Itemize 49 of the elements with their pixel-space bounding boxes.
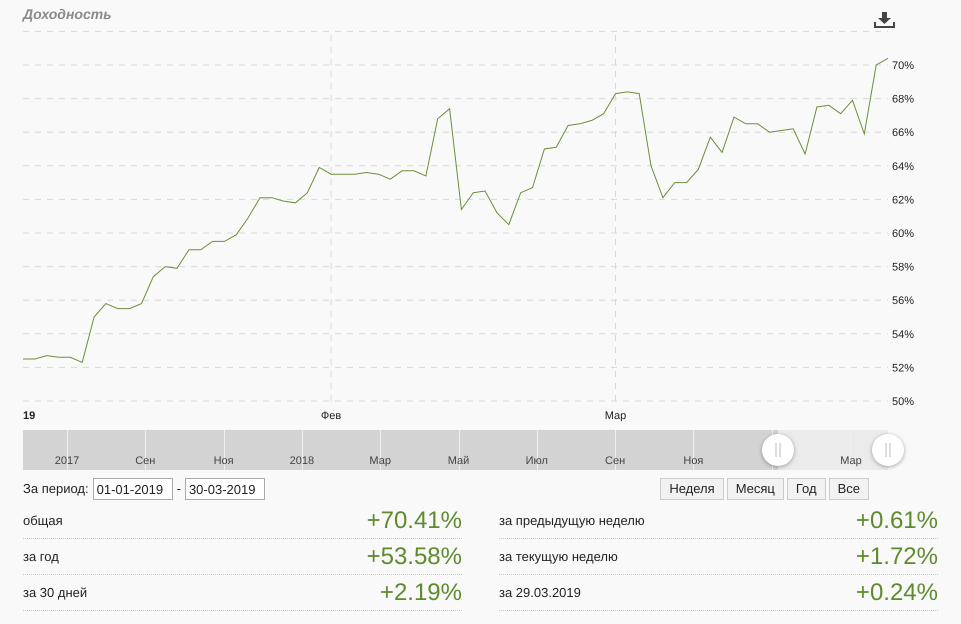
- x-axis-label: Мар: [604, 410, 626, 422]
- y-axis-label: 56%: [892, 295, 914, 308]
- date-separator: -: [176, 480, 181, 498]
- navigator-label: 2018: [290, 454, 314, 469]
- chart-title: Доходность: [23, 5, 112, 24]
- stat-label: за текущую неделю: [499, 548, 618, 566]
- stat-label: за год: [23, 548, 59, 566]
- range-handle[interactable]: [872, 434, 904, 466]
- range-button[interactable]: Неделя: [660, 478, 724, 500]
- y-axis-label: 62%: [892, 194, 914, 206]
- y-axis-label: 60%: [892, 228, 914, 240]
- y-axis-label: 50%: [892, 396, 914, 408]
- stat-label: общая: [23, 512, 63, 530]
- y-axis-label: 64%: [892, 160, 914, 173]
- stat-value: +2.19%: [380, 578, 462, 608]
- navigator-label: Мар: [840, 454, 862, 469]
- grip-icon: [775, 443, 782, 457]
- stat-value: +1.72%: [856, 542, 938, 572]
- range-button[interactable]: Месяц: [726, 478, 784, 500]
- y-axis-label: 68%: [892, 94, 914, 106]
- y-axis-label: 54%: [892, 328, 914, 341]
- date-to-field[interactable]: 30-03-2019: [184, 478, 265, 500]
- y-axis-label: 66%: [892, 127, 914, 140]
- navigator-label: Июл: [526, 454, 548, 469]
- stat-label: за предыдущую неделю: [499, 512, 645, 530]
- stat-value: +53.58%: [366, 542, 462, 572]
- y-axis-label: 58%: [892, 262, 914, 274]
- navigator-label: 2017: [54, 454, 80, 469]
- y-axis-label: 70%: [892, 60, 914, 72]
- stat-value: +0.61%: [856, 506, 938, 536]
- x-axis-label: 19: [23, 410, 36, 422]
- navigator-label: Мар: [369, 454, 391, 469]
- navigator-label: Май: [448, 454, 470, 469]
- navigator-label: Сен: [605, 454, 626, 469]
- stat-label: за 29.03.2019: [499, 584, 581, 602]
- grip-icon: [885, 443, 891, 457]
- range-button[interactable]: Год: [786, 478, 826, 500]
- y-axis-label: 52%: [892, 362, 914, 374]
- navigator-label: Ноя: [683, 454, 704, 469]
- download-icon[interactable]: [874, 11, 895, 29]
- range-button[interactable]: Все: [828, 478, 869, 500]
- stat-value: +0.24%: [856, 578, 938, 608]
- period-label: За период:: [23, 480, 89, 498]
- date-from-field[interactable]: 01-01-2019: [92, 478, 173, 500]
- stat-label: за 30 дней: [23, 584, 88, 602]
- navigator-label: Сен: [135, 454, 156, 469]
- navigator-label: Ноя: [214, 454, 234, 469]
- stat-value: +70.41%: [366, 506, 462, 536]
- x-axis-label: Фев: [320, 410, 342, 422]
